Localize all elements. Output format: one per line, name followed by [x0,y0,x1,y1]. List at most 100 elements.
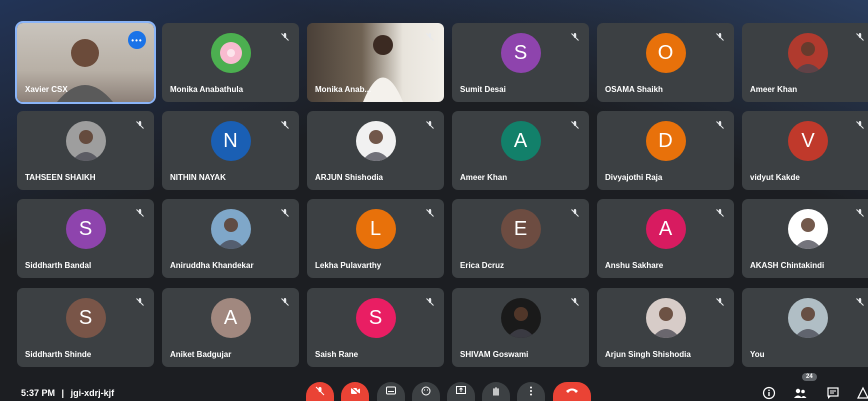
avatar: S [65,209,106,250]
participant-name: Ameer Khan [460,173,508,182]
hand-icon [493,387,499,396]
participant-tile[interactable]: S Saish Rane [307,288,444,367]
mic-muted-icon [856,209,864,217]
avatar: A [645,209,686,250]
mic-muted-icon [856,121,864,129]
participant-tile[interactable]: A Anshu Sakhare [597,199,734,278]
meeting-code[interactable]: jgi-xdrj-kjf [71,388,115,398]
info-separator: | [61,388,65,398]
participant-name: ARJUN Shishodia [315,173,384,182]
people-icon[interactable] [793,386,807,400]
participant-tile[interactable]: ••• Xavier CSX [15,21,156,104]
participant-tile[interactable]: A Aniket Badgujar [162,288,299,367]
more-options-icon[interactable]: ••• [128,31,146,49]
participant-tile[interactable]: ARJUN Shishodia [307,111,444,190]
participant-tile[interactable]: L Lekha Pulavarthy [307,199,444,278]
participant-name: Xavier CSX [25,85,68,94]
participant-name: Saish Rane [315,350,359,359]
participant-tile[interactable]: Monika Anabathula [162,23,299,102]
leave-call-button[interactable] [553,382,591,401]
avatar [355,121,396,162]
activities-icon[interactable] [856,386,868,400]
participant-tile[interactable]: S Siddharth Shinde [17,288,154,367]
participant-tile[interactable]: S Sumit Desai [452,23,589,102]
participant-name: AKASH Chintakindi [750,261,825,270]
participant-tile[interactable]: AKASH Chintakindi [742,199,868,278]
participant-name: Lekha Pulavarthy [315,261,382,270]
camera-off-icon [350,386,360,396]
mic-muted-icon [426,121,434,129]
avatar: V [788,121,828,162]
mic-muted-icon [856,298,864,306]
participant-name: You [750,350,765,359]
participant-name: SHIVAM Goswami [460,350,529,359]
mic-muted-icon [571,121,579,129]
avatar: N [210,121,251,162]
participant-tile[interactable]: Vvidyut Kakde [742,111,868,190]
mic-muted-icon [426,209,434,217]
participant-tile[interactable]: S Siddharth Bandal [17,199,154,278]
mic-off-icon [315,386,325,396]
participant-name: TAHSEEN SHAIKH [25,173,96,182]
participant-name: Siddharth Bandal [25,261,92,270]
mic-muted-icon [716,33,724,41]
mic-muted-icon [716,121,724,129]
avatar: L [355,209,396,250]
mic-muted-icon [281,33,289,41]
mic-muted-icon [281,298,289,306]
avatar [210,33,251,74]
avatar [788,209,828,250]
avatar: S [500,33,541,74]
participant-tile[interactable]: Ameer Khan [742,23,868,102]
participant-tile[interactable]: Arjun Singh Shishodia [597,288,734,367]
participant-name: Monika Anabathula [170,85,244,94]
avatar: A [500,121,541,162]
avatar: A [210,298,251,339]
info-icon[interactable] [762,386,776,400]
avatar [65,121,106,162]
participant-tile[interactable]: O OSAMA Shaikh [597,23,734,102]
hang-up-icon [566,388,578,393]
participant-name: Erica Dcruz [460,261,505,270]
participant-tile[interactable]: SHIVAM Goswami [452,288,589,367]
participant-name: Siddharth Shinde [25,350,92,359]
mic-muted-icon [136,209,144,217]
avatar: D [645,121,686,162]
mic-muted-icon [426,33,434,41]
participant-name: Monika Anab... [315,85,372,94]
mic-muted-icon [426,298,434,306]
avatar [788,33,828,74]
participant-tile[interactable]: You [742,288,868,367]
people-count-badge: 24 [802,373,817,381]
mic-muted-icon [136,121,144,129]
avatar [210,209,251,250]
participant-tile[interactable]: Monika Anab... [307,23,444,102]
avatar [645,298,686,339]
avatar [788,298,828,339]
clock-time: 5:37 PM [21,388,56,398]
participant-name: Aniket Badgujar [170,350,232,359]
participant-tile[interactable]: TAHSEEN SHAIKH [17,111,154,190]
participant-name: Ameer Khan [750,85,798,94]
participant-name: Arjun Singh Shishodia [605,350,691,359]
mic-muted-icon [571,33,579,41]
participant-tile[interactable]: E Erica Dcruz [452,199,589,278]
participant-name: Sumit Desai [460,85,506,94]
mic-muted-icon [571,209,579,217]
chat-icon[interactable] [826,386,840,400]
participant-tile[interactable]: A Ameer Khan [452,111,589,190]
more-vert-icon [530,386,532,396]
meeting-info: 5:37 PM | jgi-xdrj-kjf [21,388,114,398]
participant-name: NITHIN NAYAK [170,173,226,182]
avatar: O [645,33,686,74]
captions-icon [386,386,396,395]
participant-tile[interactable]: N NITHIN NAYAK [162,111,299,190]
mic-muted-icon [281,121,289,129]
avatar: S [65,298,106,339]
participant-tile[interactable]: Aniruddha Khandekar [162,199,299,278]
avatar [500,298,541,339]
participant-tile[interactable]: D Divyajothi Raja [597,111,734,190]
participant-name: Anshu Sakhare [605,261,664,270]
mic-muted-icon [856,33,864,41]
participant-name: Aniruddha Khandekar [170,261,254,270]
